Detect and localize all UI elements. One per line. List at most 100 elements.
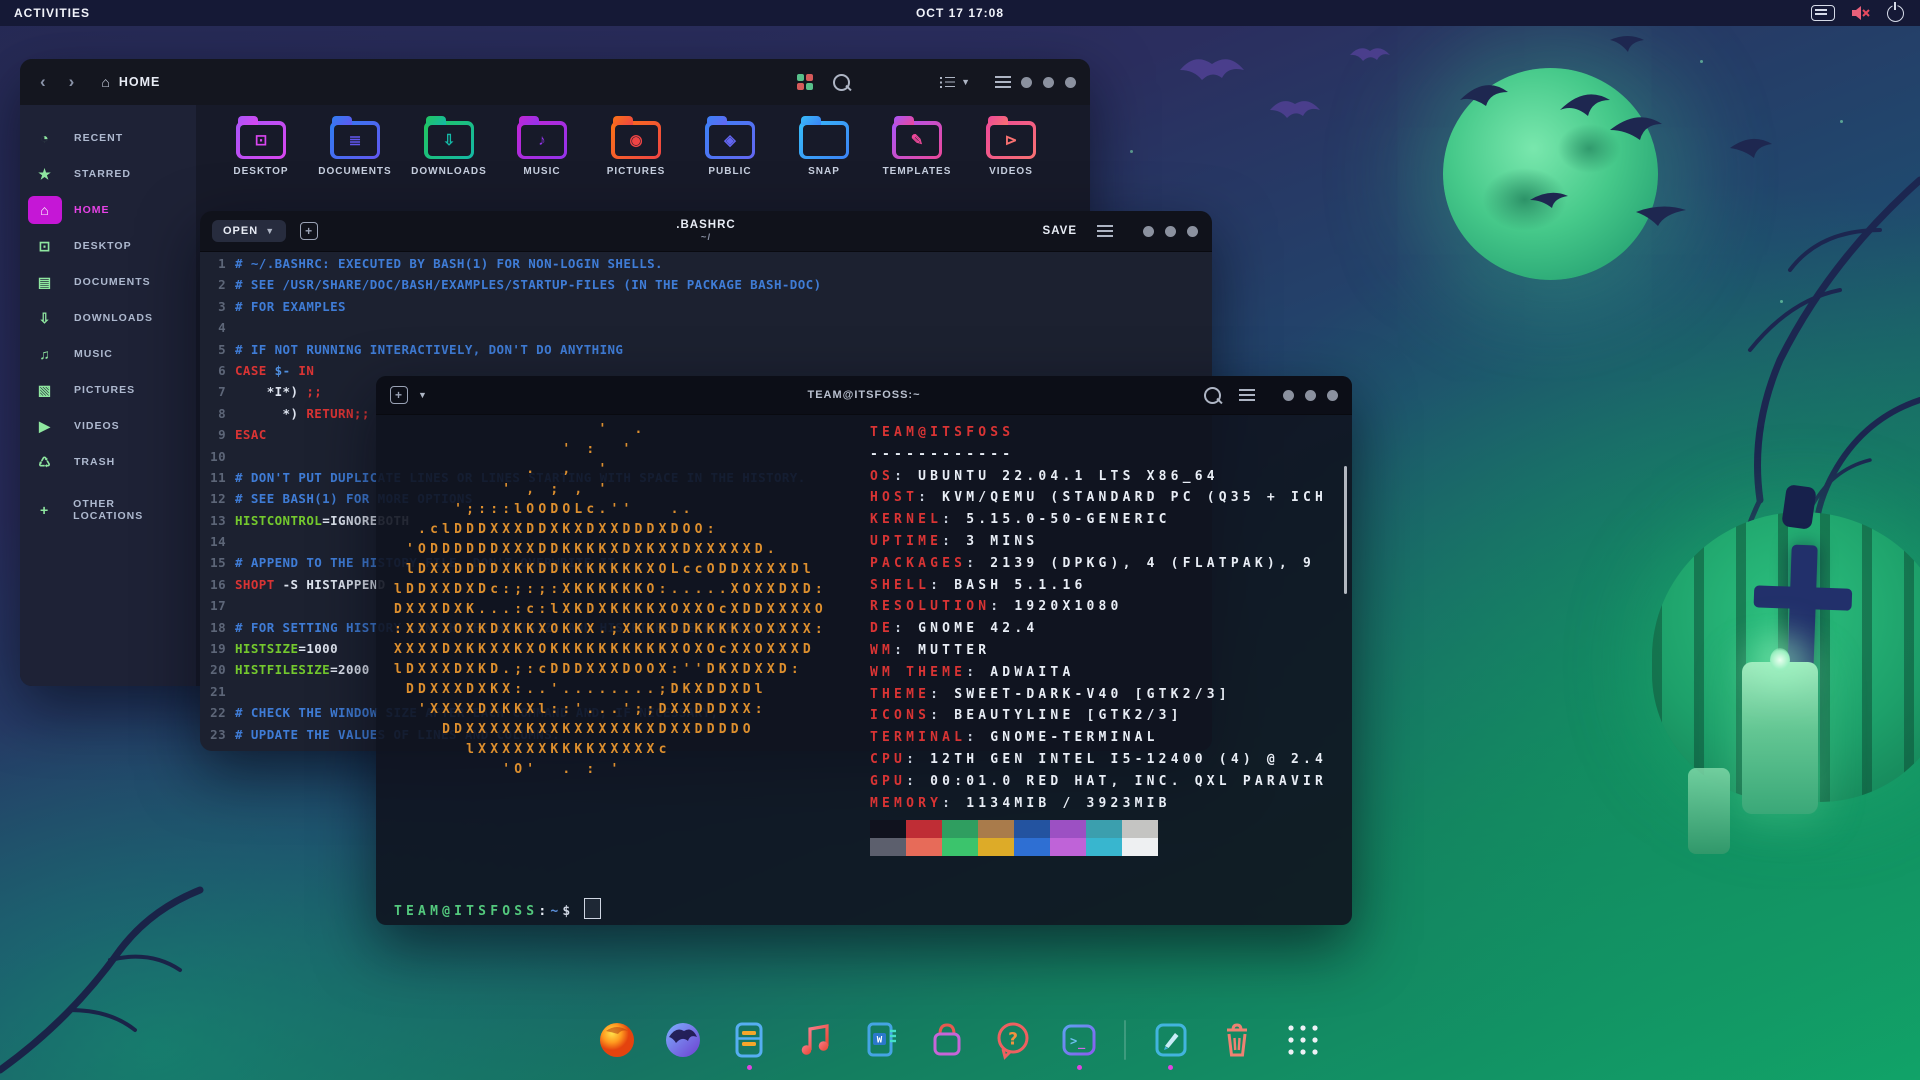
- dock-writer-icon[interactable]: W: [860, 1019, 902, 1061]
- neofetch-user-host: team@itsfoss: [870, 425, 1015, 440]
- dock-firefox-icon[interactable]: [596, 1019, 638, 1061]
- neofetch-row-os: OS: Ubuntu 22.04.1 LTS x86_64: [870, 468, 1219, 484]
- sidebar-item-label: Videos: [74, 420, 120, 432]
- clock[interactable]: Oct 17 17:08: [0, 6, 1920, 20]
- neofetch-row-gpu: GPU: 00:01.0 Red Hat, Inc. QXL paravir: [870, 773, 1328, 789]
- menu-icon[interactable]: [1239, 389, 1255, 401]
- search-icon[interactable]: [1204, 386, 1221, 404]
- sidebar-item-label: Music: [74, 348, 113, 360]
- palette-swatch: [1122, 838, 1158, 856]
- sidebar-item-label: Recent: [74, 132, 124, 144]
- sidebar-item-music[interactable]: ♫ Music: [28, 337, 186, 371]
- terminal-titlebar[interactable]: + ▼ team@itsfoss:~: [376, 376, 1352, 415]
- folder-desktop[interactable]: ⊡ Desktop: [216, 115, 306, 177]
- system-tray[interactable]: [1811, 0, 1904, 26]
- forward-button[interactable]: ›: [69, 72, 76, 92]
- sidebar-item-home[interactable]: ⌂ Home: [28, 193, 186, 227]
- window-controls[interactable]: [1021, 76, 1076, 88]
- dock-software-icon[interactable]: [926, 1019, 968, 1061]
- dock: W? > _: [0, 1014, 1920, 1070]
- menu-icon[interactable]: [995, 76, 1011, 88]
- window-controls[interactable]: [1143, 225, 1198, 237]
- scrollbar[interactable]: [1343, 466, 1347, 594]
- terminal-output[interactable]: ' . ' : ' . , ' ' , ; , ' ';:::lOODOLc.'…: [376, 414, 1352, 925]
- folder-label: Videos: [989, 166, 1033, 177]
- folder-icon: ⊡: [236, 116, 286, 159]
- folder-icon: [799, 116, 849, 159]
- home-icon: ⌂: [28, 196, 62, 224]
- terminal-cursor: [584, 898, 602, 919]
- editor-titlebar[interactable]: Open ▼ + .bashrc ~/ Save: [200, 211, 1212, 252]
- running-indicator: [746, 1065, 752, 1070]
- palette-swatch: [1086, 820, 1122, 838]
- open-button[interactable]: Open ▼: [212, 220, 287, 242]
- sidebar-item-videos[interactable]: ▶ Videos: [28, 409, 186, 443]
- folder-icon: ◉: [611, 116, 661, 159]
- folder-templates[interactable]: ✎ Templates: [872, 115, 962, 177]
- folder-icon: ⊳: [986, 116, 1036, 159]
- folder-label: Templates: [882, 166, 952, 177]
- folder-label: Public: [708, 166, 752, 177]
- breadcrumb[interactable]: ⌂ Home: [101, 74, 160, 90]
- save-button[interactable]: Save: [1043, 225, 1077, 237]
- star-icon: ★: [38, 165, 52, 182]
- folder-label: Pictures: [606, 166, 666, 177]
- small-candle: [1688, 768, 1730, 854]
- dock-trash-icon[interactable]: [1216, 1019, 1258, 1061]
- new-tab-icon[interactable]: +: [390, 386, 408, 404]
- dock-show-apps-icon[interactable]: [1282, 1019, 1324, 1061]
- dock-thunderbird-icon[interactable]: [662, 1019, 704, 1061]
- new-tab-icon[interactable]: +: [300, 222, 319, 240]
- folder-downloads[interactable]: ⇩ Downloads: [404, 115, 494, 177]
- sidebar-item-other-locations[interactable]: + Other Locations: [28, 493, 186, 527]
- dock-files-icon[interactable]: [728, 1019, 770, 1070]
- sidebar-item-starred[interactable]: ★ Starred: [28, 157, 186, 191]
- list-view-icon: [940, 76, 956, 88]
- dock-separator: [1124, 1020, 1126, 1060]
- search-icon[interactable]: [833, 73, 851, 91]
- dock-help-icon[interactable]: ?: [992, 1019, 1034, 1061]
- dock-text-editor-icon[interactable]: [1150, 1019, 1192, 1070]
- neofetch-row-host: Host: KVM/QEMU (Standard PC (Q35 + ICH: [870, 490, 1328, 506]
- neofetch-row-theme: Theme: Sweet-Dark-v40 [GTK2/3]: [870, 686, 1231, 702]
- folder-documents[interactable]: ≣ Documents: [310, 115, 400, 177]
- sidebar-item-pictures[interactable]: ▧ Pictures: [28, 373, 186, 407]
- palette-swatch: [942, 838, 978, 856]
- dock-rhythmbox-icon[interactable]: [794, 1019, 836, 1061]
- videos-icon: ▶: [39, 417, 51, 434]
- dock-terminal-icon[interactable]: > _: [1058, 1019, 1100, 1070]
- keyboard-layout-icon[interactable]: [1811, 5, 1835, 21]
- apps-grid-icon[interactable]: [797, 74, 814, 90]
- sidebar-item-label: Documents: [74, 276, 151, 288]
- view-toggle[interactable]: ▼: [940, 76, 971, 88]
- clock-icon: ◔: [40, 130, 50, 146]
- location-label: Home: [118, 75, 161, 89]
- palette-swatch: [1122, 820, 1158, 838]
- folder-snap[interactable]: Snap: [779, 115, 869, 177]
- sidebar-item-desktop[interactable]: ⊡ Desktop: [28, 229, 186, 263]
- back-button[interactable]: ‹: [40, 72, 47, 92]
- folder-videos[interactable]: ⊳ Videos: [966, 115, 1056, 177]
- star: [1130, 150, 1133, 153]
- sidebar-item-downloads[interactable]: ⇩ Downloads: [28, 301, 186, 335]
- folder-music[interactable]: ♪ Music: [497, 115, 587, 177]
- folder-pictures[interactable]: ◉ Pictures: [591, 115, 681, 177]
- folder-icon: ◈: [705, 116, 755, 159]
- volume-muted-icon[interactable]: [1851, 5, 1871, 21]
- sidebar-item-trash[interactable]: ♺ Trash: [28, 445, 186, 479]
- sidebar-item-recent[interactable]: ◔ Recent: [28, 121, 186, 155]
- window-controls[interactable]: [1283, 389, 1338, 401]
- chevron-down-icon[interactable]: ▼: [418, 390, 428, 400]
- palette-swatch: [1050, 820, 1086, 838]
- terminal-color-palette: [870, 820, 1158, 856]
- bats-silhouette: [1180, 48, 1390, 118]
- files-titlebar[interactable]: ‹ › ⌂ Home ▼: [20, 59, 1090, 106]
- sidebar-item-documents[interactable]: ▤ Documents: [28, 265, 186, 299]
- power-icon[interactable]: [1887, 1, 1904, 22]
- neofetch-row-packages: Packages: 2139 (dpkg), 4 (flatpak), 9: [870, 555, 1316, 571]
- svg-text:_: _: [1078, 1035, 1086, 1050]
- palette-swatch: [906, 820, 942, 838]
- menu-icon[interactable]: [1097, 225, 1113, 237]
- svg-text:?: ?: [1008, 1030, 1018, 1050]
- folder-public[interactable]: ◈ Public: [685, 115, 775, 177]
